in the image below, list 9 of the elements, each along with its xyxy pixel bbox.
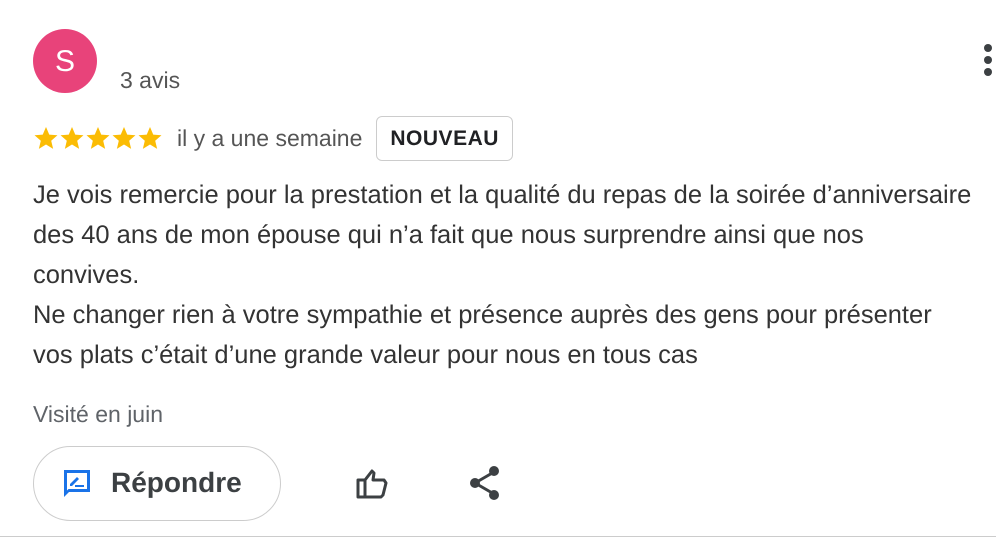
reply-icon (61, 467, 93, 499)
reply-button[interactable]: Répondre (33, 446, 281, 520)
review-count[interactable]: 3 avis (120, 63, 180, 98)
new-badge: NOUVEAU (376, 116, 513, 161)
review-text: Je vois remercie pour la prestation et la qualité du repas de la soirée d’anniversaire des 40 ans de mon épouse qui n’a fait que nous surprendre ainsi que nos convives. (33, 180, 972, 291)
review-text: Ne changer rien à votre sympathie et présence auprès des gens pour présenter vos plats c’était d’une grande valeur pour nous en tous cas (33, 300, 933, 371)
visit-date: Visité en juin (33, 400, 164, 429)
avatar: S (33, 29, 97, 93)
review-time: il y a une semaine (177, 124, 362, 153)
